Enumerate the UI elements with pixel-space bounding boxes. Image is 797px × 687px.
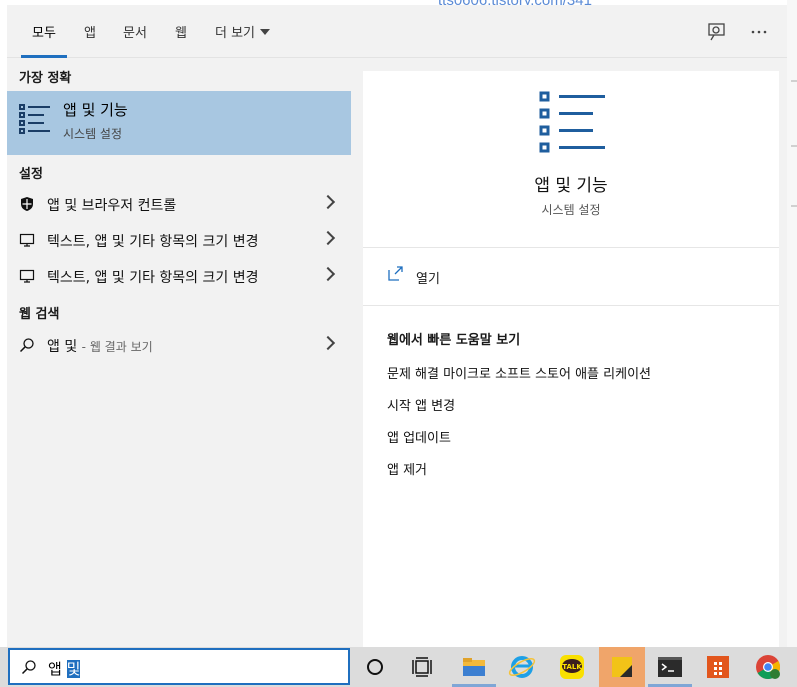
chevron-right-icon <box>320 266 336 282</box>
preview-pane: 앱 및 기능 시스템 설정 열기 웹에서 빠른 도움말 보기 문제 해결 마이크… <box>363 71 779 647</box>
more-icon[interactable] <box>748 21 770 43</box>
chevron-right-icon <box>320 194 336 210</box>
chevron-down-icon <box>260 29 271 35</box>
search-icon <box>21 660 36 675</box>
settings-item-text-size[interactable]: 텍스트, 앱 및 기타 항목의 크기 변경 <box>7 222 351 258</box>
tab-documents[interactable]: 문서 <box>123 22 147 58</box>
help-link[interactable]: 앱 업데이트 <box>387 427 451 446</box>
divider <box>363 305 779 306</box>
settings-item-label: 텍스트, 앱 및 기타 항목의 크기 변경 <box>47 234 259 250</box>
tab-web[interactable]: 웹 <box>175 22 187 58</box>
kakaotalk-icon[interactable]: TALK <box>556 651 588 683</box>
best-match-header: 가장 정확 <box>19 71 72 86</box>
background-page-edge <box>787 0 797 687</box>
feedback-icon[interactable] <box>706 21 728 43</box>
kakao-label: TALK <box>562 663 582 671</box>
file-explorer-icon[interactable] <box>458 651 490 683</box>
search-icon <box>19 338 34 353</box>
help-link[interactable]: 시작 앱 변경 <box>387 395 455 414</box>
monitor-icon <box>19 269 35 283</box>
web-search-query: 앱 및 <box>47 339 78 355</box>
settings-item-label: 텍스트, 앱 및 기타 항목의 크기 변경 <box>47 270 259 286</box>
preview-title: 앱 및 기능 <box>534 176 608 196</box>
best-match-result[interactable]: 앱 및 기능 시스템 설정 <box>7 91 351 155</box>
search-query-selected: 및 <box>66 660 81 678</box>
search-tabs: 모두 앱 문서 웹 더 보기 <box>7 5 787 58</box>
results-list: 가장 정확 앱 및 기능 시스템 설정 설정 앱 및 브라우저 컨트롤 텍스트,… <box>7 58 351 647</box>
taskbar: 앱 및 TALK <box>0 647 797 687</box>
tab-all[interactable]: 모두 <box>21 22 67 58</box>
office-icon[interactable] <box>702 651 734 683</box>
sticky-notes-icon <box>612 657 632 677</box>
settings-header: 설정 <box>19 167 43 182</box>
search-query-text: 앱 <box>48 660 67 678</box>
search-panel: 모두 앱 문서 웹 더 보기 가장 정확 앱 및 기능 시스템 설정 설정 앱 … <box>7 5 787 647</box>
sticky-notes-button[interactable] <box>599 647 645 687</box>
chevron-right-icon <box>320 335 336 351</box>
settings-item-text-size-2[interactable]: 텍스트, 앱 및 기타 항목의 크기 변경 <box>7 258 351 294</box>
settings-item-browser-control[interactable]: 앱 및 브라우저 컨트롤 <box>7 186 351 222</box>
chrome-icon[interactable] <box>752 651 784 683</box>
web-search-header: 웹 검색 <box>19 307 60 322</box>
tab-more-label: 더 보기 <box>215 26 256 41</box>
help-link[interactable]: 앱 제거 <box>387 459 427 478</box>
search-input[interactable]: 앱 및 <box>8 648 350 685</box>
web-search-label: 앱 및 - 웹 결과 보기 <box>47 336 153 356</box>
open-label: 열기 <box>416 272 440 287</box>
chevron-right-icon <box>320 230 336 246</box>
best-match-subtitle: 시스템 설정 <box>63 127 123 141</box>
open-external-icon <box>388 266 403 281</box>
list-icon <box>539 91 605 153</box>
shield-icon <box>21 197 33 211</box>
internet-explorer-icon[interactable] <box>506 651 538 683</box>
divider <box>363 247 779 248</box>
list-icon <box>19 104 50 134</box>
help-header: 웹에서 빠른 도움말 보기 <box>387 333 521 348</box>
terminal-icon[interactable] <box>654 651 686 683</box>
search-query: 앱 및 <box>48 658 81 679</box>
best-match-title: 앱 및 기능 <box>63 101 128 119</box>
tab-more[interactable]: 더 보기 <box>215 22 271 58</box>
cortana-icon[interactable] <box>359 651 391 683</box>
preview-subtitle: 시스템 설정 <box>541 203 601 217</box>
monitor-icon <box>19 233 35 247</box>
web-search-result[interactable]: 앱 및 - 웹 결과 보기 <box>7 327 351 363</box>
help-link[interactable]: 문제 해결 마이크로 소프트 스토어 애플 리케이션 <box>387 363 651 382</box>
tab-apps[interactable]: 앱 <box>84 22 96 58</box>
settings-item-label: 앱 및 브라우저 컨트롤 <box>47 198 177 214</box>
web-search-suffix: - 웹 결과 보기 <box>81 340 153 354</box>
task-view-icon[interactable] <box>406 651 438 683</box>
